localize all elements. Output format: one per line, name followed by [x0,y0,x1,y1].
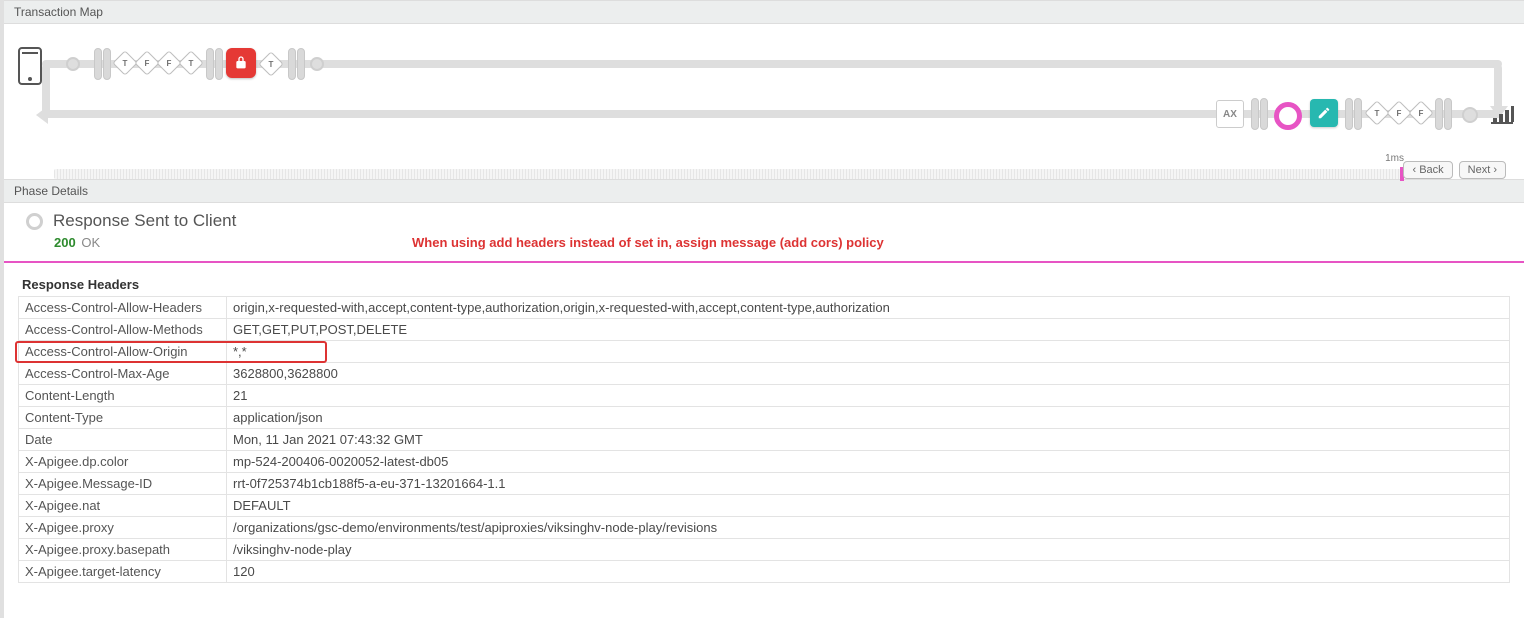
transaction-map-title: Transaction Map [4,0,1524,24]
header-name: X-Apigee.dp.color [19,451,227,473]
condition-letter: T [189,58,194,67]
header-name: Content-Type [19,407,227,429]
table-row: X-Apigee.target-latency120 [19,561,1510,583]
header-name: Access-Control-Allow-Methods [19,319,227,341]
header-value: DEFAULT [227,495,1510,517]
header-value: application/json [227,407,1510,429]
page-frame: Transaction Map T F F T T [0,0,1524,618]
condition-diamond[interactable]: F [1408,100,1433,125]
condition-diamond[interactable]: T [112,50,137,75]
flow-dot[interactable] [1462,107,1478,126]
condition-letter: F [167,58,172,67]
table-row: DateMon, 11 Jan 2021 07:43:32 GMT [19,429,1510,451]
table-row: Access-Control-Max-Age3628800,3628800 [19,363,1510,385]
transaction-map: T F F T T T F F [4,24,1524,179]
flow-dot[interactable] [66,57,80,74]
table-row: Content-Typeapplication/json [19,407,1510,429]
phase-dot-icon [26,213,43,230]
arrow-left-icon [36,106,48,124]
condition-letter: T [123,58,128,67]
phase-separator [4,261,1524,263]
header-value: origin,x-requested-with,accept,content-t… [227,297,1510,319]
proxy-postflow-start[interactable] [288,48,305,83]
table-row: Content-Length21 [19,385,1510,407]
header-value: *,* [227,341,1510,363]
header-value: Mon, 11 Jan 2021 07:43:32 GMT [227,429,1510,451]
phase-header: Response Sent to Client 200 OK When usin… [4,203,1524,255]
table-row: X-Apigee.dp.colormp-524-200406-0020052-l… [19,451,1510,473]
header-value: /viksinghv-node-play [227,539,1510,561]
header-name: X-Apigee.Message-ID [19,473,227,495]
timeline-label: 1ms [1385,153,1404,164]
header-value: mp-524-200406-0020052-latest-db05 [227,451,1510,473]
header-name: X-Apigee.nat [19,495,227,517]
table-row: Access-Control-Allow-Headersorigin,x-req… [19,297,1510,319]
target-preflow[interactable] [1251,98,1268,133]
target-server-icon[interactable] [1490,104,1514,127]
step-separator [1345,98,1362,133]
table-row: Access-Control-Allow-Origin*,* [19,341,1510,363]
header-name: Date [19,429,227,451]
condition-letter: F [145,58,150,67]
header-name: X-Apigee.proxy [19,517,227,539]
header-name: Access-Control-Max-Age [19,363,227,385]
table-row: X-Apigee.Message-IDrrt-0f725374b1cb188f5… [19,473,1510,495]
header-value: 3628800,3628800 [227,363,1510,385]
header-value: 120 [227,561,1510,583]
target-postflow[interactable] [1435,98,1452,133]
header-name: X-Apigee.target-latency [19,561,227,583]
top-tail-diamond[interactable]: T [262,54,280,73]
response-headers-section: Response Headers Access-Control-Allow-He… [4,277,1524,583]
proxy-preflow-start[interactable] [94,48,111,83]
status-reason: OK [81,235,100,250]
assign-message-policy-icon[interactable] [1310,99,1338,127]
phase-details-title: Phase Details [4,179,1524,203]
header-name: X-Apigee.proxy.basepath [19,539,227,561]
table-row: X-Apigee.natDEFAULT [19,495,1510,517]
header-value: rrt-0f725374b1cb188f5-a-eu-371-13201664-… [227,473,1510,495]
client-device-icon[interactable] [18,47,42,85]
oauth-policy-icon[interactable] [226,48,256,78]
response-headers-title: Response Headers [18,277,1510,296]
header-value: GET,GET,PUT,POST,DELETE [227,319,1510,341]
phase-annotation: When using add headers instead of set in… [412,235,884,250]
next-button[interactable]: Next › [1459,161,1506,179]
condition-diamond[interactable]: F [1386,100,1411,125]
bottom-policy-conditions[interactable]: TFF [1368,104,1430,122]
status-code: 200 [54,235,76,250]
condition-diamond[interactable]: T [178,50,203,75]
condition-diamond[interactable]: F [156,50,181,75]
table-row: X-Apigee.proxy.basepath/viksinghv-node-p… [19,539,1510,561]
header-name: Content-Length [19,385,227,407]
analytics-policy-icon[interactable]: AX [1216,100,1244,128]
condition-letter: F [1419,108,1424,117]
timeline[interactable]: 1ms [54,169,1404,179]
table-row: X-Apigee.proxy/organizations/gsc-demo/en… [19,517,1510,539]
condition-diamond[interactable]: F [134,50,159,75]
response-headers-table: Access-Control-Allow-Headersorigin,x-req… [18,296,1510,583]
step-separator [206,48,223,83]
header-name: Access-Control-Allow-Origin [19,341,227,363]
flow-ring-selected[interactable] [1274,102,1302,130]
condition-diamond[interactable]: T [1364,100,1389,125]
back-button[interactable]: ‹ Back [1403,161,1452,179]
condition-letter: T [1375,108,1380,117]
header-value: 21 [227,385,1510,407]
condition-letter: F [1397,108,1402,117]
top-policy-conditions[interactable]: TFFT [116,54,200,72]
table-row: Access-Control-Allow-MethodsGET,GET,PUT,… [19,319,1510,341]
flow-dot[interactable] [310,57,324,74]
header-name: Access-Control-Allow-Headers [19,297,227,319]
phase-title: Response Sent to Client [53,211,236,231]
header-value: /organizations/gsc-demo/environments/tes… [227,517,1510,539]
